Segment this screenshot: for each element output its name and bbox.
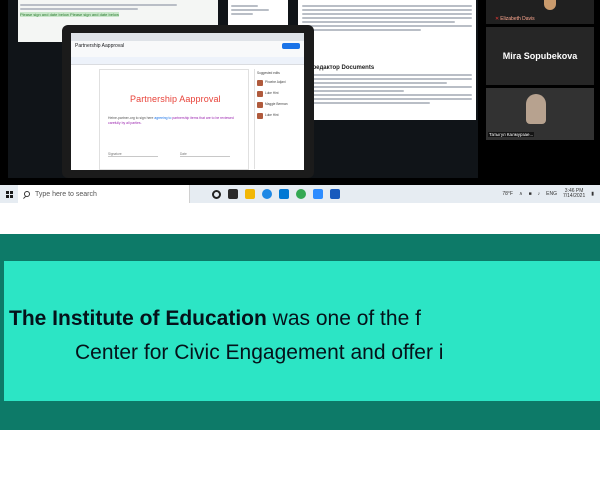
doc-title-row: Partnership Aapproval [71, 41, 304, 51]
participant-name: Mira Sopubekova [502, 51, 578, 61]
volume-icon[interactable]: ♪ [538, 191, 541, 197]
participant-name: ✕Elizabeth Davis [495, 16, 535, 22]
laptop-frame: Partnership Aapproval Partnership Aappro… [62, 25, 314, 178]
chevron-up-icon[interactable]: ∧ [519, 191, 523, 197]
avatar [257, 102, 263, 108]
chrome-icon[interactable] [296, 189, 306, 199]
suggestion-item[interactable]: Luke Hint [257, 91, 300, 97]
page-body: Heine-partner-org to sign here agreeing … [108, 116, 240, 125]
start-button[interactable] [0, 185, 18, 203]
caption-rest: was one of the f [266, 307, 421, 330]
avatar [257, 80, 263, 86]
pinned-apps [212, 189, 340, 199]
system-tray: 78°F ∧ ■ ♪ ENG 3:46 PM 7/14/2021 ▮ [502, 188, 600, 200]
edge-icon[interactable] [262, 189, 272, 199]
suggestions-header: Suggested edits [257, 71, 280, 75]
participant-gallery: ✕Elizabeth Davis Mira Sopubekova Татыгул… [480, 0, 600, 178]
signature-label: Signature [108, 152, 158, 157]
store-icon[interactable] [228, 189, 238, 199]
caption-band: The Institute of Education was one of th… [0, 234, 600, 430]
caption-bold: The Institute of Education [9, 307, 267, 330]
suggestion-item[interactable]: Phoebe Adjani [257, 80, 300, 86]
clock-date: 7/14/2021 [562, 193, 586, 199]
suggestion-item[interactable]: Luke Hint [257, 113, 300, 119]
caption-line-1: The Institute of Education was one of th… [9, 307, 421, 331]
zoom-icon[interactable] [313, 189, 323, 199]
page-title: Partnership Aapproval [130, 94, 221, 104]
task-view-icon[interactable] [212, 189, 221, 199]
doc-toolbar[interactable] [71, 57, 304, 65]
russian-doc-heading: ый редактор Documents [302, 65, 375, 71]
weather-status[interactable]: 78°F [502, 191, 513, 197]
avatar [257, 91, 263, 97]
mail-icon[interactable] [279, 189, 289, 199]
search-placeholder: Type here to search [35, 190, 97, 198]
search-icon [24, 191, 30, 197]
caption-line-2: Center for Civic Engagement and offer i [75, 341, 444, 364]
participant-tile-elizabeth[interactable]: ✕Elizabeth Davis [486, 0, 594, 24]
doc-title[interactable]: Partnership Aapproval [75, 43, 124, 49]
date-label: Date [180, 152, 230, 157]
background-doc-russian: ый редактор Documents [298, 0, 476, 120]
participant-video [526, 94, 546, 124]
signature-fields: Signature Date [108, 152, 240, 157]
participant-tile-mira[interactable]: Mira Sopubekova [486, 27, 594, 85]
highlight-text: Please sign and date below Please sign a… [20, 12, 119, 17]
mic-off-icon: ✕ [495, 16, 500, 22]
caption-box: The Institute of Education was one of th… [4, 261, 600, 401]
share-button[interactable] [282, 43, 300, 49]
windows-logo-icon [5, 190, 13, 198]
shared-screen: Please sign and date below Please sign a… [8, 0, 478, 178]
browser-tab-bar [71, 33, 304, 41]
participant-name: Татыгул Калмурзае... [488, 132, 535, 137]
participant-video [544, 0, 556, 10]
video-call-screenshot: Please sign and date below Please sign a… [0, 0, 600, 185]
word-icon[interactable] [330, 189, 340, 199]
taskbar-search-box[interactable]: Type here to search [18, 185, 190, 203]
clock[interactable]: 3:46 PM 7/14/2021 [562, 188, 586, 200]
language-indicator[interactable]: ENG [546, 191, 557, 197]
body-inserted: agreeing to [154, 116, 172, 120]
participant-tile-tatygul[interactable]: Татыгул Калмурзае... [486, 88, 594, 140]
suggestions-panel: Suggested edits Phoebe Adjani Luke Hint … [254, 69, 302, 169]
network-icon[interactable]: ■ [529, 191, 532, 197]
file-explorer-icon[interactable] [245, 189, 255, 199]
body-intro: Heine-partner-org to sign here [108, 116, 154, 120]
suggestion-item[interactable]: Maggie Berman [257, 102, 300, 108]
notification-icon[interactable]: ▮ [591, 191, 594, 197]
laptop-screen: Partnership Aapproval Partnership Aappro… [71, 33, 304, 170]
doc-page[interactable]: Partnership Aapproval Heine-partner-org … [99, 69, 249, 170]
avatar [257, 113, 263, 119]
windows-taskbar: Type here to search 78°F ∧ ■ ♪ ENG 3:46 … [0, 185, 600, 203]
